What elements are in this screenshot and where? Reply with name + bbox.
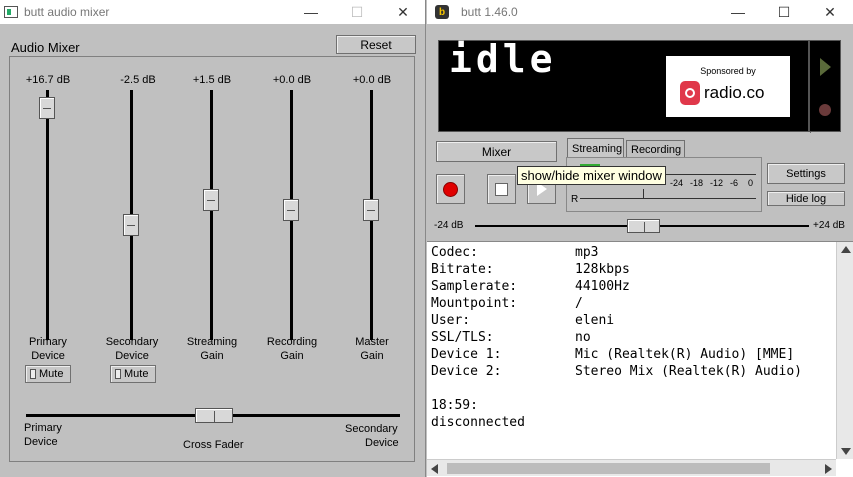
meter-channel-label: R <box>571 194 579 205</box>
log-panel: Codec: mp3 Bitrate: 128kbps Samplerate: 441… <box>427 241 853 477</box>
status-text: idle <box>449 37 557 81</box>
channel-label: Master <box>355 336 389 348</box>
scroll-right-icon[interactable] <box>825 464 832 474</box>
window-title: butt 1.46.0 <box>461 5 518 19</box>
meter-marker <box>643 189 644 199</box>
channel-db: +0.0 dB <box>352 74 392 86</box>
channel-label: Gain <box>280 350 304 362</box>
fader-track <box>46 90 49 340</box>
meter-tick: -6 <box>730 178 739 188</box>
scroll-down-icon[interactable] <box>841 448 851 455</box>
channel-db: +1.5 dB <box>192 74 232 86</box>
app-icon <box>4 6 18 18</box>
log-line: Device 1: Mic (Realtek(R) Audio) [MME] <box>431 347 795 362</box>
gain-max-label: +24 dB <box>813 220 845 231</box>
log-lines: Codec: mp3 Bitrate: 128kbps Samplerate: 441… <box>431 244 836 431</box>
channel-label: Gain <box>360 350 384 362</box>
sponsor-brand: radio.co <box>704 83 765 102</box>
channel-label: Recording <box>266 336 318 348</box>
gain-slider-knob[interactable] <box>627 219 660 233</box>
app-icon: b <box>435 5 449 19</box>
log-vertical-scrollbar[interactable] <box>836 242 853 459</box>
scroll-up-icon[interactable] <box>841 246 851 253</box>
stop-icon <box>495 182 508 196</box>
mute-checkbox-icon <box>30 369 36 379</box>
log-line: Samplerate: 44100Hz <box>431 279 630 294</box>
tab-streaming[interactable]: Streaming <box>567 138 624 158</box>
sponsor-text: Sponsored by <box>700 66 756 76</box>
minimize-icon[interactable]: — <box>288 0 334 24</box>
channel-label: Device <box>31 350 65 362</box>
mute-label: Mute <box>39 368 64 380</box>
lcd-side-panel <box>809 40 841 132</box>
log-line: SSL/TLS: no <box>431 330 591 345</box>
scroll-thumb[interactable] <box>447 463 770 474</box>
crossfader-right-label: Device <box>365 437 399 449</box>
log-status: disconnected <box>431 415 525 430</box>
butt-titlebar[interactable]: b butt 1.46.0 — ☐ ✕ <box>427 0 853 24</box>
mute-checkbox-icon <box>115 369 121 379</box>
channel-db: +0.0 dB <box>272 74 312 86</box>
channel-db: +16.7 dB <box>25 74 71 86</box>
channel-label: Primary <box>29 336 67 348</box>
log-line: Mountpoint: / <box>431 296 583 311</box>
mixer-heading: Audio Mixer <box>11 40 80 55</box>
settings-button[interactable]: Settings <box>767 163 845 184</box>
mixer-button[interactable]: Mixer <box>436 141 557 162</box>
minimize-icon[interactable]: — <box>715 0 761 24</box>
record-icon <box>443 181 458 197</box>
streaming-gain-fader[interactable] <box>203 189 219 211</box>
log-line: Codec: mp3 <box>431 245 599 260</box>
crossfader-center-label: Cross Fader <box>183 439 244 451</box>
channel-label: Device <box>115 350 149 362</box>
channel-label: Secondary <box>105 336 159 348</box>
butt-window: b butt 1.46.0 — ☐ ✕ idle Sponsored by ra… <box>427 0 853 477</box>
close-icon[interactable]: ✕ <box>807 0 853 24</box>
sponsor-box[interactable]: Sponsored by radio.co <box>666 56 790 117</box>
crossfader-knob[interactable] <box>195 408 233 423</box>
record-button[interactable] <box>436 174 465 204</box>
radio-co-logo-icon <box>680 81 700 105</box>
channel-label: Streaming <box>186 336 238 348</box>
log-line: Device 2: Stereo Mix (Realtek(R) Audio) <box>431 364 802 379</box>
tooltip: show/hide mixer window <box>517 166 666 185</box>
hide-log-button[interactable]: Hide log <box>767 191 845 206</box>
log-horizontal-scrollbar[interactable] <box>427 459 836 476</box>
primary-device-fader[interactable] <box>39 97 55 119</box>
secondary-mute-checkbox[interactable]: Mute <box>110 365 156 383</box>
play-indicator-icon <box>820 58 831 76</box>
gain-min-label: -24 dB <box>434 220 464 231</box>
channel-db: -2.5 dB <box>120 74 156 86</box>
channel-label: Gain <box>200 350 224 362</box>
fader-track <box>210 90 213 340</box>
primary-mute-checkbox[interactable]: Mute <box>25 365 71 383</box>
log-line: User: eleni <box>431 313 615 328</box>
log-time: 18:59: <box>431 398 478 413</box>
mixer-window: butt audio mixer — ☐ ✕ Audio Mixer Reset… <box>0 0 426 477</box>
crossfader-left-label: Primary <box>24 422 62 434</box>
maximize-icon[interactable]: ☐ <box>334 0 380 24</box>
meter-tick: -12 <box>710 178 724 188</box>
mute-label: Mute <box>124 368 149 380</box>
window-title: butt audio mixer <box>24 5 110 19</box>
meter-scale-bottom <box>580 198 756 199</box>
recording-gain-fader[interactable] <box>283 199 299 221</box>
reset-button[interactable]: Reset <box>336 35 416 54</box>
record-indicator-icon <box>819 104 831 116</box>
maximize-icon[interactable]: ☐ <box>761 0 807 24</box>
lcd-display: idle Sponsored by radio.co <box>438 37 811 133</box>
crossfader-right-label: Secondary <box>345 423 398 435</box>
crossfader-left-label: Device <box>24 436 58 448</box>
meter-tick: -18 <box>690 178 704 188</box>
tab-recording[interactable]: Recording <box>626 140 685 158</box>
log-line: Bitrate: 128kbps <box>431 262 630 277</box>
meter-tick: 0 <box>748 178 754 188</box>
stop-button[interactable] <box>487 174 516 204</box>
master-gain-fader[interactable] <box>363 199 379 221</box>
secondary-device-fader[interactable] <box>123 214 139 236</box>
close-icon[interactable]: ✕ <box>380 0 426 24</box>
meter-tick: -24 <box>670 178 684 188</box>
scroll-left-icon[interactable] <box>431 464 438 474</box>
mixer-titlebar[interactable]: butt audio mixer — ☐ ✕ <box>0 0 425 24</box>
